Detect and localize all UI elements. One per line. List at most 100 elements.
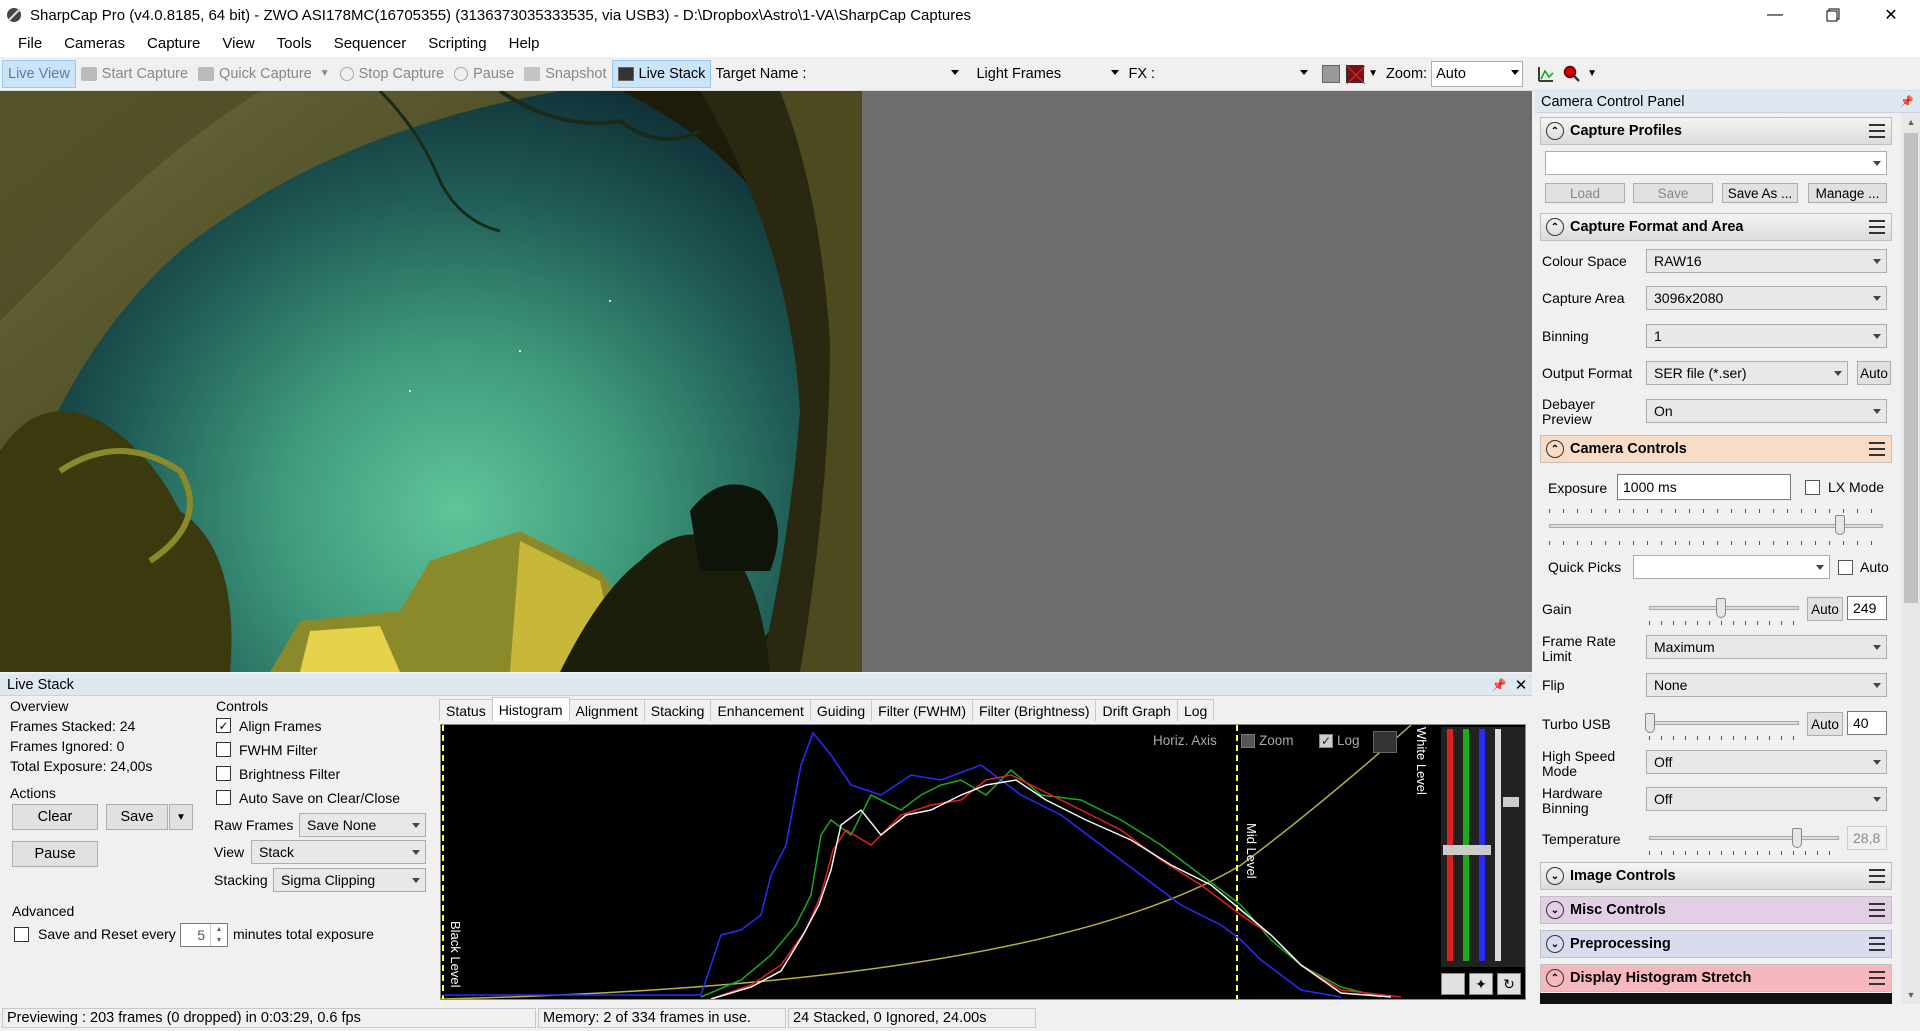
- quick-capture-button[interactable]: Quick Capture ▼: [193, 60, 335, 88]
- quick-picks-auto-checkbox[interactable]: [1838, 560, 1853, 575]
- hamburger-menu-icon[interactable]: [1869, 903, 1885, 917]
- debayer-preview-combo[interactable]: On: [1646, 399, 1887, 423]
- exposure-slider-thumb[interactable]: [1835, 515, 1845, 535]
- collapse-icon[interactable]: ⌃: [1546, 969, 1564, 987]
- scroll-down-icon[interactable]: ▼: [1902, 986, 1920, 1004]
- pause-stack-button[interactable]: Pause: [12, 841, 98, 867]
- colour-space-combo[interactable]: RAW16: [1646, 249, 1887, 273]
- turbo-usb-input[interactable]: 40: [1847, 711, 1887, 735]
- tab-filter-brightness[interactable]: Filter (Brightness): [972, 699, 1097, 721]
- colour-balance-sliders[interactable]: [1441, 727, 1525, 967]
- align-frames-checkbox[interactable]: ✓: [216, 718, 231, 733]
- expand-icon[interactable]: ⌄: [1546, 867, 1564, 885]
- menu-cameras[interactable]: Cameras: [54, 35, 137, 52]
- menu-help[interactable]: Help: [499, 35, 552, 52]
- hamburger-menu-icon[interactable]: [1869, 869, 1885, 883]
- collapse-icon[interactable]: ⌃: [1546, 122, 1564, 140]
- turbo-usb-slider-thumb[interactable]: [1645, 713, 1655, 733]
- menu-scripting[interactable]: Scripting: [418, 35, 498, 52]
- gain-input[interactable]: 249: [1847, 596, 1887, 620]
- close-icon[interactable]: ✕: [1862, 0, 1920, 30]
- output-format-combo[interactable]: SER file (*.ser): [1646, 361, 1848, 385]
- menu-capture[interactable]: Capture: [137, 35, 212, 52]
- pin-icon[interactable]: 📌: [1488, 678, 1510, 692]
- scrollbar-thumb[interactable]: [1904, 133, 1918, 603]
- frame-type-combo[interactable]: Light Frames: [971, 60, 1124, 87]
- tab-enhancement[interactable]: Enhancement: [710, 699, 811, 721]
- clear-button[interactable]: Clear: [12, 804, 98, 830]
- save-reset-checkbox[interactable]: [14, 927, 29, 942]
- hamburger-menu-icon[interactable]: [1869, 937, 1885, 951]
- tab-guiding[interactable]: Guiding: [809, 699, 873, 721]
- image-viewport[interactable]: [0, 91, 1532, 672]
- auto-save-checkbox[interactable]: [216, 790, 231, 805]
- fx-combo[interactable]: [1160, 60, 1313, 87]
- raw-frames-combo[interactable]: Save None: [299, 813, 426, 837]
- collapse-icon[interactable]: ⌃: [1546, 218, 1564, 236]
- exposure-slider[interactable]: [1549, 524, 1883, 528]
- tab-log[interactable]: Log: [1176, 699, 1215, 721]
- capture-profiles-section[interactable]: ⌃ Capture Profiles: [1540, 117, 1892, 145]
- flip-combo[interactable]: None: [1646, 673, 1887, 697]
- display-histogram-section[interactable]: ⌃ Display Histogram Stretch: [1540, 964, 1892, 992]
- pin-icon[interactable]: 📌: [1900, 95, 1920, 108]
- image-controls-section[interactable]: ⌄ Image Controls: [1540, 862, 1892, 890]
- snapshot-button[interactable]: Snapshot: [519, 60, 611, 88]
- menu-tools[interactable]: Tools: [267, 35, 324, 52]
- histogram-icon[interactable]: [1537, 65, 1555, 83]
- log-checkbox[interactable]: ✓: [1319, 734, 1333, 748]
- collapse-icon[interactable]: ⌃: [1546, 440, 1564, 458]
- save-as-profile-button[interactable]: Save As ...: [1722, 183, 1798, 203]
- expand-icon[interactable]: ⌄: [1546, 935, 1564, 953]
- exposure-input[interactable]: 1000 ms: [1617, 474, 1791, 500]
- high-speed-combo[interactable]: Off: [1646, 750, 1887, 774]
- auto-stretch-button[interactable]: [1441, 973, 1465, 995]
- turbo-usb-slider[interactable]: [1649, 721, 1799, 725]
- capture-format-section[interactable]: ⌃ Capture Format and Area: [1540, 213, 1892, 241]
- turbo-auto-button[interactable]: Auto: [1807, 712, 1843, 736]
- hamburger-menu-icon[interactable]: [1869, 442, 1885, 456]
- target-name-combo[interactable]: [811, 60, 964, 87]
- hamburger-menu-icon[interactable]: [1869, 124, 1885, 138]
- histogram-display[interactable]: Horiz. Axis Zoom ✓ Log Black Level Mid L…: [440, 724, 1526, 1000]
- save-dropdown-button[interactable]: ▼: [169, 804, 193, 830]
- live-stack-button[interactable]: Live Stack: [611, 59, 712, 88]
- start-capture-button[interactable]: Start Capture: [76, 60, 193, 88]
- expand-icon[interactable]: ⌄: [1546, 901, 1564, 919]
- tab-stacking[interactable]: Stacking: [643, 699, 712, 721]
- preprocessing-section[interactable]: ⌄ Preprocessing: [1540, 930, 1892, 958]
- menu-file[interactable]: File: [8, 35, 54, 52]
- brightness-filter-checkbox[interactable]: [216, 766, 231, 781]
- minutes-stepper[interactable]: ▲ ▼: [210, 924, 227, 946]
- misc-controls-section[interactable]: ⌄ Misc Controls: [1540, 896, 1892, 924]
- output-auto-button[interactable]: Auto: [1857, 361, 1891, 385]
- pause-button[interactable]: Pause: [449, 60, 519, 88]
- tab-status[interactable]: Status: [439, 699, 493, 721]
- zoom-checkbox[interactable]: [1241, 734, 1255, 748]
- camera-panel-scrollbar[interactable]: ▲ ▼: [1902, 113, 1920, 1004]
- overlay-color-icon[interactable]: [1346, 64, 1366, 84]
- stacking-combo[interactable]: Sigma Clipping: [273, 868, 426, 892]
- reset-icon[interactable]: ↻: [1497, 973, 1521, 995]
- binning-combo[interactable]: 1: [1646, 324, 1887, 348]
- chevron-down-icon[interactable]: ▼: [320, 68, 330, 79]
- sparkle-icon[interactable]: ✦: [1469, 973, 1493, 995]
- chevron-down-icon[interactable]: ▼: [1587, 68, 1597, 79]
- sharpcap-app-icon[interactable]: [4, 5, 24, 25]
- auto-stretch-icon[interactable]: [1373, 731, 1397, 753]
- save-button[interactable]: Save: [106, 804, 168, 830]
- chevron-down-icon[interactable]: ▼: [1368, 68, 1378, 79]
- lx-mode-checkbox[interactable]: [1805, 480, 1820, 495]
- view-combo[interactable]: Stack: [251, 840, 426, 864]
- live-view-button[interactable]: Live View: [2, 59, 76, 88]
- restore-icon[interactable]: [1804, 0, 1862, 30]
- menu-view[interactable]: View: [212, 35, 266, 52]
- gain-slider-thumb[interactable]: [1716, 598, 1726, 618]
- scroll-up-icon[interactable]: ▲: [1902, 113, 1920, 131]
- zoom-combo[interactable]: Auto: [1431, 60, 1524, 87]
- gain-auto-button[interactable]: Auto: [1807, 597, 1843, 621]
- fwhm-filter-checkbox[interactable]: [216, 742, 231, 757]
- hw-binning-combo[interactable]: Off: [1646, 787, 1887, 811]
- load-profile-button[interactable]: Load: [1545, 183, 1625, 203]
- hamburger-menu-icon[interactable]: [1869, 971, 1885, 985]
